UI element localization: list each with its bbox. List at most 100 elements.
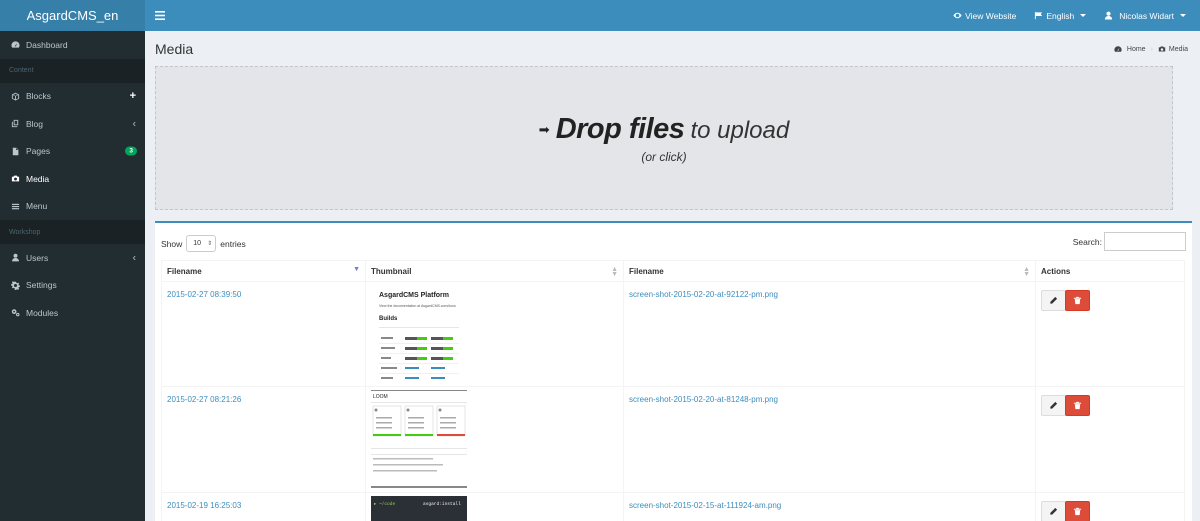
date-cell: 2015-02-19 16:25:03 [161,492,366,521]
actions-cell [1035,492,1185,521]
sidebar-item-modules[interactable]: Modules [0,299,145,327]
thumbnail-cell: AsgardCMS Platform View the documentatio… [365,281,624,387]
user-name: Nicolas Widart [1119,10,1174,21]
dashboard-icon [1114,46,1122,52]
breadcrumb: Home › Media [1114,45,1188,53]
filename-cell: screen-shot-2015-02-15-at-111924-am.png [623,492,1036,521]
edit-button[interactable] [1041,290,1066,311]
dropzone-sub-text: to upload [690,116,790,144]
sort-icon: ▲ ▼ [1023,266,1030,278]
column-header-filename[interactable]: Filename ▲ ▼ [623,260,1036,282]
trash-icon [1073,401,1082,410]
chevron-down-icon [1080,14,1087,17]
date-link[interactable]: 2015-02-27 08:39:50 [167,290,241,299]
column-header-date[interactable]: Filename ▼ [161,260,366,282]
file-icon [10,146,20,156]
sidebar-item-pages[interactable]: Pages 3 [0,138,145,166]
sidebar-item-blocks[interactable]: Blocks + [0,83,145,111]
flag-icon [1035,11,1043,20]
delete-button[interactable] [1065,290,1090,311]
thumbnail-image[interactable]: LOOM [371,390,467,488]
pencil-icon [1050,507,1058,515]
sidebar-item-menu[interactable]: Menu [0,193,145,221]
sidebar-item-media[interactable]: Media [0,165,145,193]
arrow-right-icon: ➡ [538,121,550,137]
svg-text:Builds: Builds [379,316,398,322]
language-label: English [1046,10,1075,21]
thumbnail-image[interactable]: AsgardCMS Platform View the documentatio… [371,285,467,383]
filename-link[interactable]: screen-shot-2015-02-20-at-92122-pm.png [629,290,778,299]
sidebar-label: Menu [26,201,48,212]
pencil-icon [1050,401,1058,409]
sidebar-section-content: Content [0,58,145,83]
actions-cell [1035,386,1185,493]
media-table-box: Show 10 ⇕ entries Search: Filename ▼ Thu… [155,221,1192,521]
sidebar-item-settings[interactable]: Settings [0,272,145,300]
thumbnail-image[interactable]: ▸ ~/code asgard:install [371,496,467,521]
search-label: Search: [1072,236,1102,247]
sidebar-item-blog[interactable]: Blog ‹ [0,110,145,138]
app-logo[interactable]: AsgardCMS_en [0,0,145,31]
breadcrumb-current: Media [1168,45,1188,53]
top-header: AsgardCMS_en View Website English Nicola… [0,0,1200,31]
svg-text:AsgardCMS Platform: AsgardCMS Platform [379,292,449,299]
trash-icon [1073,296,1082,305]
filename-link[interactable]: screen-shot-2015-02-20-at-81248-pm.png [629,395,778,404]
filename-cell: screen-shot-2015-02-20-at-81248-pm.png [623,386,1036,493]
cogs-icon [10,308,20,318]
column-header-thumbnail[interactable]: Thumbnail ▲ ▼ [365,260,624,282]
sidebar-label: Blog [26,118,44,129]
svg-text:LOOM: LOOM [373,394,388,400]
breadcrumb-home[interactable]: Home [1127,46,1146,53]
breadcrumb-separator: › [1150,45,1153,53]
table-row: 2015-02-19 16:25:03 ▸ ~/code asgard:inst… [161,492,1185,521]
navbar: View Website English Nicolas Widart [145,0,1200,31]
bars-icon [10,201,20,211]
sidebar-item-dashboard[interactable]: Dashboard [0,31,145,59]
filename-cell: screen-shot-2015-02-20-at-92122-pm.png [623,281,1036,387]
filename-link[interactable]: screen-shot-2015-02-15-at-111924-am.png [629,501,781,510]
language-dropdown[interactable]: English [1025,0,1095,31]
file-dropzone[interactable]: ➡ Drop files to upload (or click) [155,66,1173,210]
media-table: Filename ▼ Thumbnail ▲ ▼ Filename ▲ ▼ Acti… [161,260,1185,521]
camera-icon [1158,46,1166,52]
user-icon [10,253,20,263]
navbar-right: View Website English Nicolas Widart [944,0,1200,31]
view-website-label: View Website [965,10,1017,21]
dropzone-click-hint: (or click) [641,149,687,164]
camera-icon [10,174,20,184]
dropzone-main-text: Drop files [555,112,685,145]
sidebar-label: Blocks [26,91,52,102]
chevron-left-icon: ‹ [132,118,136,130]
view-website-link[interactable]: View Website [944,0,1025,31]
delete-button[interactable] [1065,395,1090,416]
user-menu[interactable]: Nicolas Widart [1095,0,1200,31]
svg-text:▸ ~/code: ▸ ~/code [374,501,395,507]
chevron-down-icon [1180,14,1186,17]
column-header-actions: Actions [1035,260,1185,282]
chevron-left-icon: ‹ [132,252,136,264]
dropzone-message: ➡ Drop files to upload [539,113,789,146]
search-input[interactable] [1104,232,1186,251]
delete-button[interactable] [1065,501,1090,521]
sidebar-label: Media [26,173,50,184]
plus-icon[interactable]: + [130,90,136,102]
sidebar-label: Modules [26,307,59,318]
eye-icon [953,12,962,19]
table-row: 2015-02-27 08:39:50 AsgardCMS Platform V… [161,281,1185,387]
sidebar-item-users[interactable]: Users ‹ [0,244,145,272]
sidebar-label: Dashboard [26,39,68,50]
sort-desc-icon: ▼ [353,266,360,273]
page-size-select[interactable]: 10 ⇕ [186,235,217,252]
edit-button[interactable] [1041,395,1066,416]
date-link[interactable]: 2015-02-19 16:25:03 [167,501,241,510]
sidebar-toggle-icon[interactable] [145,0,175,31]
svg-text:View the documentation at Asga: View the documentation at AsgardCMS.com/… [379,304,456,308]
date-link[interactable]: 2015-02-27 08:21:26 [167,395,241,404]
gear-icon [10,280,20,290]
edit-button[interactable] [1041,501,1066,521]
date-cell: 2015-02-27 08:21:26 [161,386,366,493]
select-arrows-icon: ⇕ [207,241,213,247]
table-header-row: Filename ▼ Thumbnail ▲ ▼ Filename ▲ ▼ Acti… [161,260,1185,282]
date-cell: 2015-02-27 08:39:50 [161,281,366,387]
